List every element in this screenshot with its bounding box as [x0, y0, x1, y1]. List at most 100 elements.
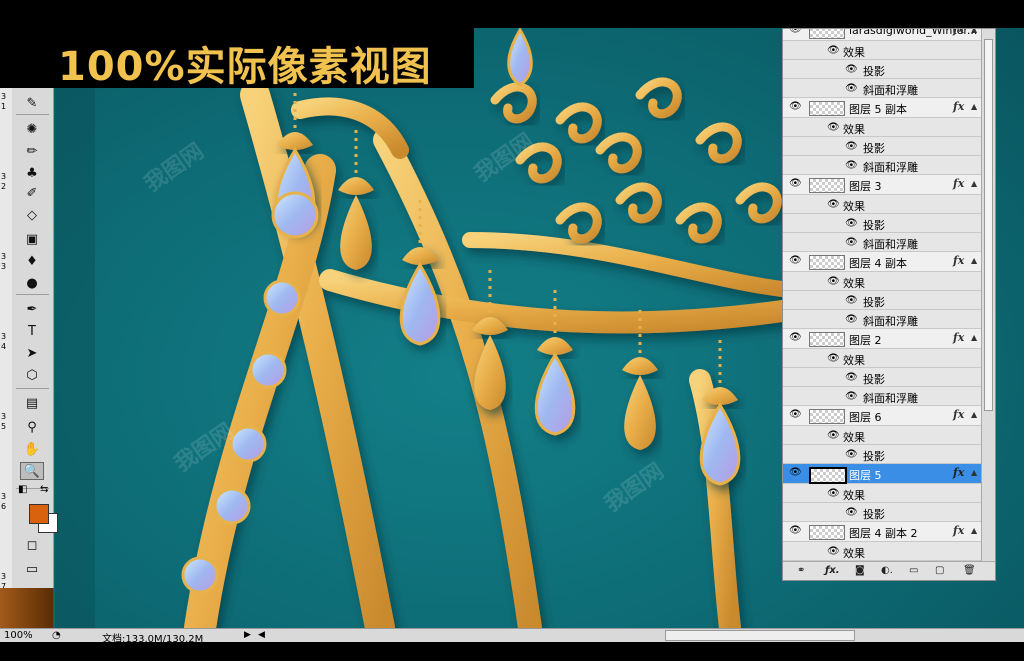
effect-eye-icon[interactable]: 👁 — [845, 295, 858, 306]
blur-tool-icon[interactable]: ♦ — [20, 252, 44, 270]
layer-row[interactable]: 👁 图层 6 fx ▲ — [783, 406, 981, 426]
horizontal-scrollbar[interactable] — [665, 630, 855, 641]
effect-row[interactable]: 👁 斜面和浮雕 — [783, 310, 981, 329]
visibility-eye-icon[interactable]: 👁 — [789, 333, 802, 343]
effect-row[interactable]: 👁 斜面和浮雕 — [783, 233, 981, 252]
fx-icon[interactable]: fx — [953, 466, 964, 479]
effects-row[interactable]: 👁 效果 — [783, 272, 981, 291]
eraser-tool-icon[interactable]: ◇ — [20, 206, 44, 224]
fx-icon[interactable]: fx — [953, 100, 964, 113]
layer-row[interactable]: 👁 larasdigiworld_Winter... fx ▲ — [783, 29, 981, 41]
effects-row[interactable]: 👁 效果 — [783, 195, 981, 214]
effect-row[interactable]: 👁 投影 — [783, 137, 981, 156]
visibility-eye-icon[interactable]: 👁 — [789, 179, 802, 189]
effects-row[interactable]: 👁 效果 — [783, 349, 981, 368]
layer-row[interactable]: 👁 图层 5 副本 fx ▲ — [783, 98, 981, 118]
effect-eye-icon[interactable]: 👁 — [845, 218, 858, 229]
expand-effects-icon[interactable]: ▲ — [971, 526, 977, 535]
effect-row[interactable]: 👁 斜面和浮雕 — [783, 79, 981, 98]
fx-icon[interactable]: fx — [953, 408, 964, 421]
expand-effects-icon[interactable]: ▲ — [971, 29, 977, 34]
effect-eye-icon[interactable]: 👁 — [845, 372, 858, 383]
shape-tool-icon[interactable]: ⬡ — [20, 366, 44, 384]
path-select-icon[interactable]: ➤ — [20, 344, 44, 362]
effect-eye-icon[interactable]: 👁 — [827, 45, 840, 56]
brush-tool-icon[interactable]: ✏ — [20, 142, 44, 160]
trash-icon[interactable]: 🗑 — [963, 565, 976, 576]
effect-eye-icon[interactable]: 👁 — [845, 237, 858, 248]
add-style-icon[interactable]: ƒx. — [825, 565, 840, 576]
visibility-eye-icon[interactable]: 👁 — [789, 410, 802, 420]
expand-effects-icon[interactable]: ▲ — [971, 179, 977, 188]
effect-eye-icon[interactable]: 👁 — [827, 546, 840, 557]
layer-row[interactable]: 👁 图层 4 副本 2 fx ▲ — [783, 522, 981, 542]
effect-eye-icon[interactable]: 👁 — [845, 64, 858, 75]
new-group-icon[interactable]: ▭ — [909, 565, 918, 576]
effects-row[interactable]: 👁 效果 — [783, 118, 981, 137]
scroll-left-icon[interactable]: ◀ — [258, 630, 265, 640]
effect-eye-icon[interactable]: 👁 — [845, 314, 858, 325]
clone-stamp-icon[interactable]: ♣ — [20, 164, 44, 182]
expand-effects-icon[interactable]: ▲ — [971, 333, 977, 342]
notes-tool-icon[interactable]: ▤ — [20, 394, 44, 412]
effect-eye-icon[interactable]: 👁 — [827, 353, 840, 364]
effect-row[interactable]: 👁 投影 — [783, 503, 981, 522]
visibility-eye-icon[interactable]: 👁 — [789, 468, 802, 478]
adjustment-layer-icon[interactable]: ◐. — [881, 565, 893, 576]
effect-eye-icon[interactable]: 👁 — [827, 488, 840, 499]
effect-eye-icon[interactable]: 👁 — [827, 276, 840, 287]
effect-eye-icon[interactable]: 👁 — [827, 430, 840, 441]
type-tool-icon[interactable]: T — [20, 322, 44, 340]
effects-row[interactable]: 👁 效果 — [783, 484, 981, 503]
gradient-tool-icon[interactable]: ▣ — [20, 230, 44, 248]
expand-effects-icon[interactable]: ▲ — [971, 102, 977, 111]
effect-row[interactable]: 👁 斜面和浮雕 — [783, 387, 981, 406]
effect-eye-icon[interactable]: 👁 — [827, 199, 840, 210]
effects-row[interactable]: 👁 效果 — [783, 542, 981, 561]
fx-icon[interactable]: fx — [953, 331, 964, 344]
healing-brush-icon[interactable]: ✺ — [20, 120, 44, 138]
layer-row[interactable]: 👁 图层 3 fx ▲ — [783, 175, 981, 195]
effect-eye-icon[interactable]: 👁 — [845, 449, 858, 460]
effects-row[interactable]: 👁 效果 — [783, 41, 981, 60]
layer-row[interactable]: 👁 图层 5 fx ▲ — [783, 464, 981, 484]
effect-eye-icon[interactable]: 👁 — [845, 141, 858, 152]
foreground-color-swatch[interactable] — [29, 504, 49, 524]
effect-row[interactable]: 👁 投影 — [783, 60, 981, 79]
fx-icon[interactable]: fx — [953, 177, 964, 190]
expand-effects-icon[interactable]: ▲ — [971, 468, 977, 477]
new-layer-icon[interactable]: ▢ — [935, 565, 944, 576]
layers-scrollbar-thumb[interactable] — [984, 39, 993, 411]
zoom-tool-icon[interactable]: 🔍 — [20, 462, 44, 480]
effect-eye-icon[interactable]: 👁 — [845, 391, 858, 402]
zoom-level[interactable]: 100% — [4, 630, 33, 641]
effect-row[interactable]: 👁 投影 — [783, 291, 981, 310]
effect-eye-icon[interactable]: 👁 — [845, 83, 858, 94]
hand-tool-icon[interactable]: ✋ — [20, 440, 44, 458]
swap-colors-icon[interactable]: ⇆ — [40, 484, 48, 495]
layers-scrollbar[interactable] — [981, 29, 995, 561]
visibility-eye-icon[interactable]: 👁 — [789, 29, 802, 35]
effect-row[interactable]: 👁 投影 — [783, 368, 981, 387]
visibility-eye-icon[interactable]: 👁 — [789, 526, 802, 536]
fx-icon[interactable]: fx — [953, 524, 964, 537]
status-arrow-icon[interactable]: ▶ — [244, 630, 251, 640]
expand-effects-icon[interactable]: ▲ — [971, 256, 977, 265]
effect-eye-icon[interactable]: 👁 — [845, 507, 858, 518]
visibility-eye-icon[interactable]: 👁 — [789, 102, 802, 112]
quick-mask-icon[interactable]: ◻ — [20, 536, 44, 554]
visibility-eye-icon[interactable]: 👁 — [789, 256, 802, 266]
effect-row[interactable]: 👁 斜面和浮雕 — [783, 156, 981, 175]
default-colors-icon[interactable]: ◧ — [18, 484, 27, 495]
eyedropper-icon[interactable]: ⚲ — [20, 418, 44, 436]
effect-eye-icon[interactable]: 👁 — [827, 122, 840, 133]
slice-tool-icon[interactable]: ✎ — [20, 94, 44, 112]
layer-row[interactable]: 👁 图层 4 副本 fx ▲ — [783, 252, 981, 272]
effect-eye-icon[interactable]: 👁 — [845, 160, 858, 171]
effect-row[interactable]: 👁 投影 — [783, 214, 981, 233]
add-mask-icon[interactable]: ◙ — [855, 565, 865, 576]
effect-row[interactable]: 👁 投影 — [783, 445, 981, 464]
pen-tool-icon[interactable]: ✒ — [20, 300, 44, 318]
screen-mode-icon[interactable]: ▭ — [20, 560, 44, 578]
expand-effects-icon[interactable]: ▲ — [971, 410, 977, 419]
